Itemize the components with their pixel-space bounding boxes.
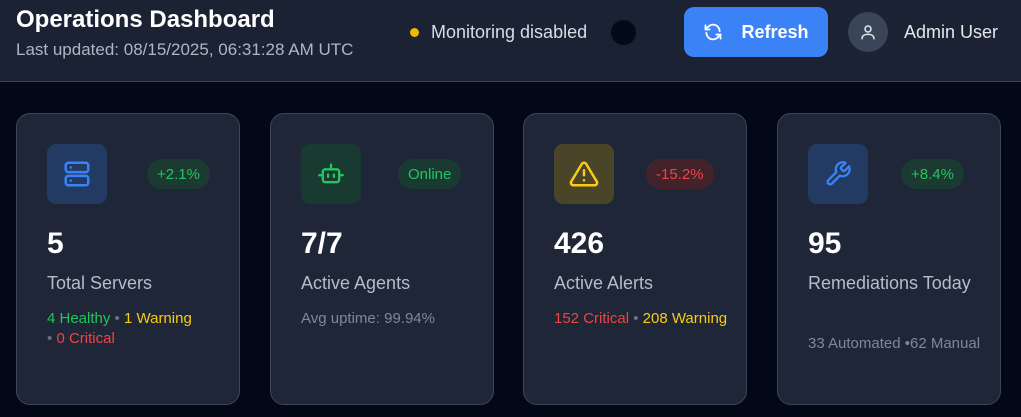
last-updated-text: Last updated: 08/15/2025, 06:31:28 AM UT…	[16, 40, 354, 59]
refresh-icon	[705, 23, 722, 41]
separator: •	[47, 330, 53, 347]
warning-triangle-icon	[569, 161, 599, 187]
monitoring-status: Monitoring disabled	[410, 22, 587, 43]
metric-label: Active Agents	[301, 273, 411, 293]
active-agents-card[interactable]: Online 7/7 Active Agents Avg uptime: 99.…	[270, 113, 494, 405]
status-dot-icon	[410, 28, 419, 37]
warning-count: 208 Warning	[642, 310, 728, 327]
metric-detail: 33 Automated •62 Manual	[808, 335, 981, 352]
refresh-button-label: Refresh	[741, 21, 809, 42]
metric-label: Total Servers	[47, 273, 153, 293]
metric-detail: Avg uptime: 99.94%	[301, 310, 435, 327]
remediations-card[interactable]: +8.4% 95 Remediations Today 33 Automated…	[777, 113, 1001, 405]
wrench-icon	[826, 161, 851, 186]
critical-count: 0 Critical	[56, 330, 115, 347]
active-alerts-card[interactable]: -15.2% 426 Active Alerts 152 Critical • …	[523, 113, 747, 405]
user-icon	[861, 25, 875, 40]
metric-value: 5	[47, 227, 64, 260]
metric-value: 426	[554, 227, 605, 260]
metric-value: 95	[808, 227, 842, 260]
healthy-count: 4 Healthy	[47, 310, 111, 327]
separator: •	[633, 310, 639, 327]
monitoring-status-label: Monitoring disabled	[431, 22, 588, 42]
critical-count: 152 Critical	[554, 310, 630, 327]
metric-value: 7/7	[301, 227, 343, 260]
refresh-button[interactable]: Refresh	[684, 7, 828, 57]
change-badge: +8.4%	[901, 159, 964, 189]
change-badge: -15.2%	[646, 159, 714, 189]
warning-icon-box	[554, 144, 614, 204]
server-icon-box	[47, 144, 107, 204]
user-name[interactable]: Admin User	[904, 22, 998, 43]
page-title: Operations Dashboard	[16, 6, 275, 33]
server-icon	[64, 161, 90, 187]
metric-detail: 4 Healthy • 1 Warning • 0 Critical	[47, 309, 232, 349]
bot-icon-box	[301, 144, 361, 204]
change-badge: +2.1%	[147, 159, 210, 189]
top-header: Operations Dashboard Last updated: 08/15…	[0, 0, 1021, 82]
avatar[interactable]	[848, 12, 888, 52]
separator: •	[114, 310, 120, 327]
metric-label: Remediations Today	[808, 273, 971, 293]
monitoring-toggle[interactable]	[611, 20, 636, 45]
wrench-icon-box	[808, 144, 868, 204]
total-servers-card[interactable]: +2.1% 5 Total Servers 4 Healthy • 1 Warn…	[16, 113, 240, 405]
warning-count: 1 Warning	[123, 310, 192, 327]
metric-detail: 152 Critical • 208 Warning	[554, 309, 739, 329]
metric-label: Active Alerts	[554, 273, 654, 293]
status-badge: Online	[398, 159, 462, 189]
bot-icon	[318, 163, 344, 184]
